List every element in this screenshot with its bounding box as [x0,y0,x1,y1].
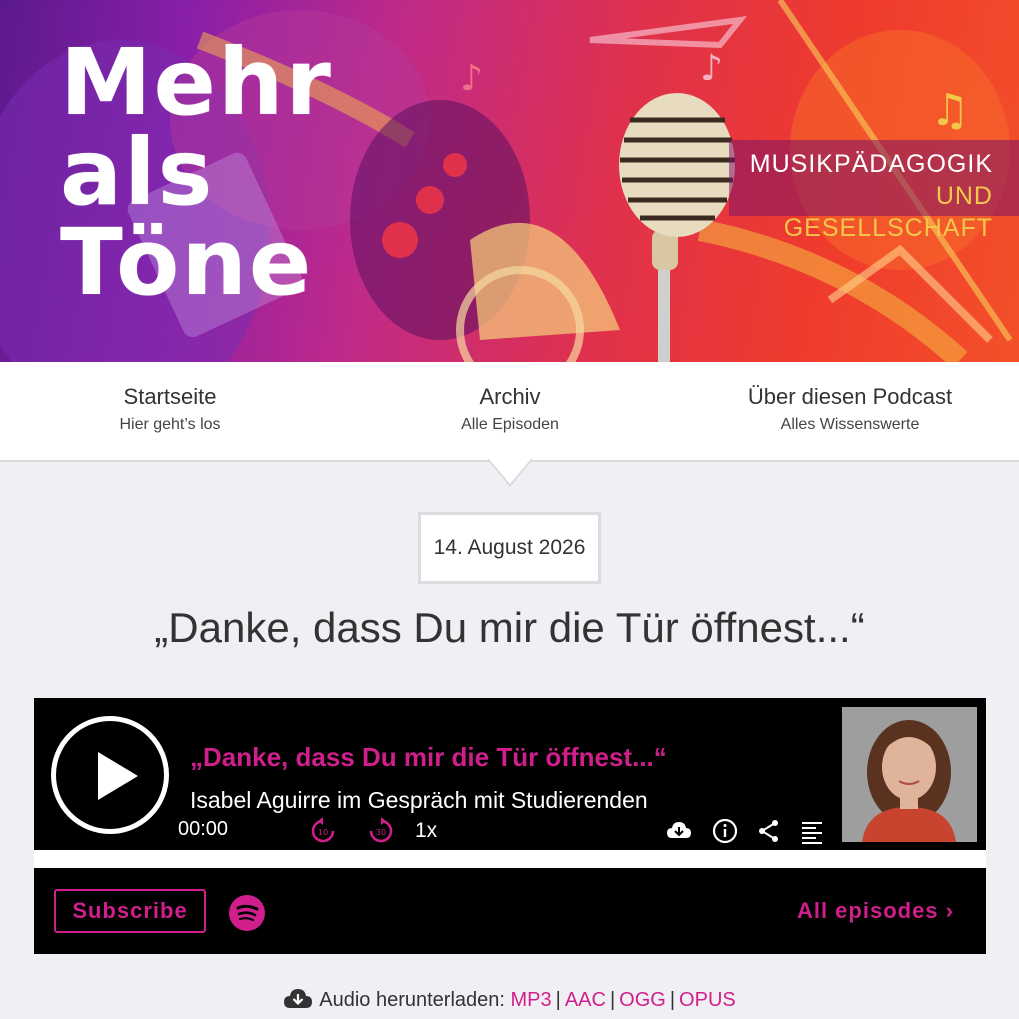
nav-item-startseite[interactable]: Startseite Hier geht’s los [20,384,320,434]
play-icon [98,752,138,800]
subscribe-bar: Subscribe All episodes › [34,868,986,954]
nav-item-title: Archiv [479,384,541,409]
download-opus-link[interactable]: OPUS [679,989,736,1011]
nav-item-title: Über diesen Podcast [747,384,953,409]
share-icon[interactable] [756,818,782,844]
download-mp3-link[interactable]: MP3 [511,989,552,1011]
playback-speed[interactable]: 1x [415,819,437,843]
guest-portrait [842,707,977,842]
rewind-label: 10 [318,828,328,837]
svg-text:♪: ♪ [700,48,723,89]
download-aac-link[interactable]: AAC [565,989,606,1011]
logo-line: Töne [60,209,314,316]
svg-text:♪: ♪ [460,58,483,99]
play-button[interactable] [51,716,169,834]
tagline-line1: MUSIKPÄDAGOGIK [749,150,993,178]
episode-title: „Danke, dass Du mir die Tür öffnest...“ [154,604,865,651]
audio-download-line: Audio herunterladen: MP3 | AAC | OGG | OPUS [0,988,1019,1012]
separator: | [555,989,561,1011]
svg-text:♫: ♫ [930,85,969,136]
logo-line: Mehr [60,29,333,136]
separator: | [609,989,616,1011]
header-banner: ♫ ♪ ♪ Mehr als Töne MUSIKPÄDAGOGIK UND G… [0,0,1019,362]
nav-item-subtitle: Alle Episoden [461,416,559,433]
episode-cover-image [842,707,977,842]
player-episode-subtitle: Isabel Aguirre im Gespräch mit Studieren… [190,787,648,813]
main-nav: Startseite Hier geht’s los Archiv Alle E… [0,362,1019,462]
nav-item-subtitle: Hier geht’s los [119,416,221,433]
episode-date: 14. August 2026 [418,512,601,584]
spotify-icon[interactable] [229,895,265,931]
download-ogg-link[interactable]: OGG [619,989,666,1011]
chapters-list-icon[interactable] [800,818,826,844]
cloud-download-icon [284,989,313,1008]
rewind-10-icon[interactable]: 10 [310,816,336,844]
player-time: 00:00 [178,818,229,840]
separator: | [669,989,676,1011]
tagline: MUSIKPÄDAGOGIK UND GESELLSCHAFT [729,140,1019,242]
download-label: Audio herunterladen: [319,989,505,1011]
player-divider [34,850,986,868]
logo-line: als [60,119,215,226]
nav-item-subtitle: Alles Wissenswerte [780,416,920,433]
subscribe-button[interactable]: Subscribe [54,889,206,933]
forward-30-icon[interactable]: 30 [368,816,394,844]
download-icon[interactable] [666,818,692,844]
player-episode-title: „Danke, dass Du mir die Tür öffnest...“ [190,742,667,772]
nav-active-pointer-fill [489,459,531,484]
info-icon[interactable] [712,818,738,844]
nav-item-ueber[interactable]: Über diesen Podcast Alles Wissenswerte [700,384,1000,434]
forward-label: 30 [376,828,386,837]
podcast-logo[interactable]: Mehr als Töne [60,29,333,316]
nav-item-title: Startseite [123,384,217,409]
all-episodes-link[interactable]: All episodes › [797,898,954,924]
podcast-player: „Danke, dass Du mir die Tür öffnest...“ … [34,698,986,850]
nav-item-archiv[interactable]: Archiv Alle Episoden [360,384,660,434]
tagline-line2: UND GESELLSCHAFT [783,182,993,242]
